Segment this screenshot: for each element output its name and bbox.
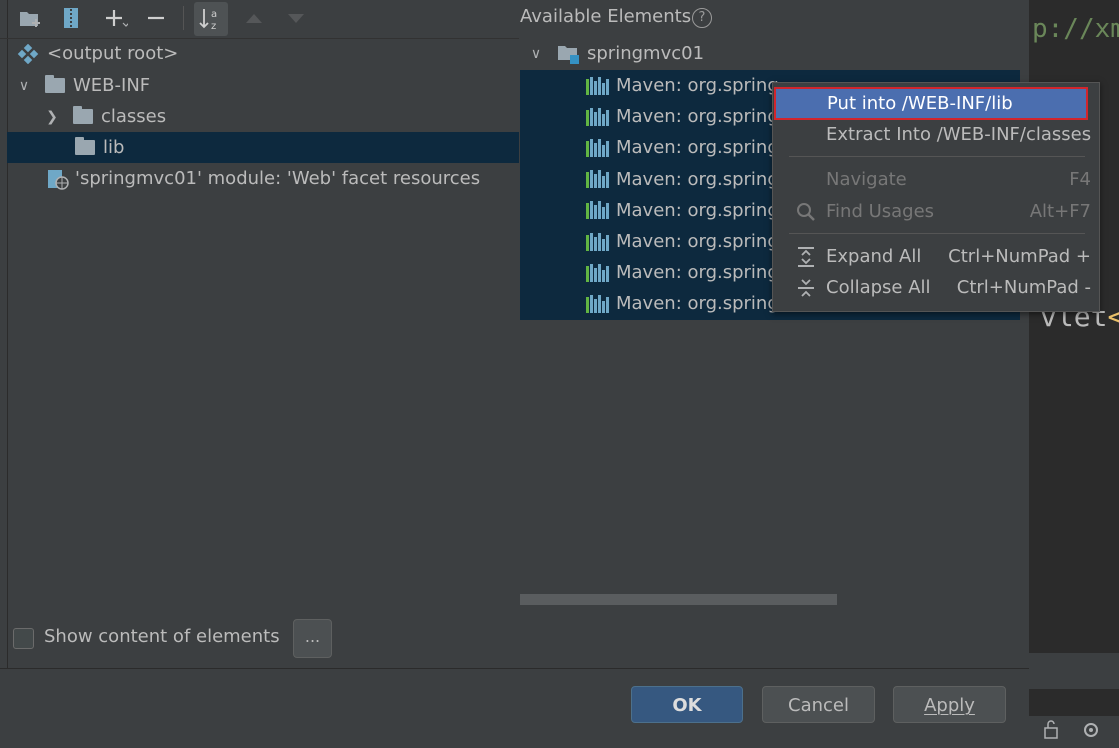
tree-item-label: 'springmvc01' module: 'Web' facet resour…: [75, 168, 481, 189]
menu-item-label: Expand All: [826, 246, 922, 267]
editor-code-tag: <: [1107, 300, 1119, 333]
menu-separator: [789, 233, 1085, 234]
menu-item-label: Extract Into /WEB-INF/classes: [826, 124, 1092, 145]
help-icon[interactable]: ?: [692, 8, 712, 28]
collapse-all-icon: [795, 277, 817, 299]
library-item[interactable]: Maven: org.spring: [586, 101, 779, 132]
tree-item-web-facet-resources[interactable]: 'springmvc01' module: 'Web' facet resour…: [47, 163, 480, 194]
editor-code-line: p://xm: [1032, 14, 1119, 44]
archive-icon[interactable]: [57, 4, 85, 32]
svg-text:z: z: [211, 21, 216, 32]
move-up-icon[interactable]: [240, 4, 268, 32]
module-label: springmvc01: [587, 43, 705, 64]
editor-bottom-bar: [1029, 716, 1119, 743]
chevron-down-icon[interactable]: ∨: [529, 46, 543, 62]
folder-icon: [73, 106, 93, 124]
library-item[interactable]: Maven: org.spring: [586, 164, 779, 195]
new-folder-icon[interactable]: [16, 4, 44, 32]
toolbar-separator: [183, 6, 184, 30]
add-icon[interactable]: [102, 4, 130, 32]
library-label: Maven: org.spring: [616, 75, 779, 96]
library-icon: [586, 138, 609, 157]
folder-icon: [45, 75, 65, 93]
folder-icon: [75, 137, 95, 155]
cancel-button[interactable]: Cancel: [762, 686, 875, 723]
menu-item-collapse-all[interactable]: Collapse All Ctrl+NumPad -: [773, 272, 1099, 303]
chevron-down-icon[interactable]: ∨: [17, 78, 31, 94]
lock-icon: [1044, 720, 1098, 739]
tree-item-label: classes: [101, 106, 167, 127]
available-elements-title: Available Elements: [520, 6, 692, 27]
show-content-checkbox[interactable]: [13, 628, 34, 649]
module-icon: [558, 45, 579, 64]
editor-status-bar: [1029, 652, 1119, 689]
menu-item-put-into-lib[interactable]: Put into /WEB-INF/lib: [774, 87, 1088, 120]
tree-item-label: WEB-INF: [73, 75, 151, 96]
tree-item-classes[interactable]: ❯ classes: [45, 101, 166, 132]
menu-item-expand-all[interactable]: Expand All Ctrl+NumPad +: [773, 241, 1099, 272]
svg-text:a: a: [211, 9, 217, 20]
remove-icon[interactable]: [142, 4, 170, 32]
move-down-icon[interactable]: [282, 4, 310, 32]
horizontal-scrollbar[interactable]: [520, 594, 837, 605]
expand-all-icon: [795, 246, 817, 268]
library-icon: [586, 232, 609, 251]
menu-item-shortcut: F4: [1069, 169, 1091, 190]
context-menu: Put into /WEB-INF/lib Extract Into /WEB-…: [772, 82, 1100, 312]
library-item[interactable]: Maven: org.spring: [586, 195, 779, 226]
ellipsis-button[interactable]: ...: [293, 619, 332, 658]
library-icon: [586, 263, 609, 282]
left-edge: [0, 0, 7, 668]
tree-item-lib[interactable]: lib: [7, 132, 519, 163]
library-label: Maven: org.spring: [616, 293, 779, 315]
tree-item-label: lib: [103, 137, 125, 158]
search-icon: [795, 201, 817, 223]
menu-item-find-usages[interactable]: Find Usages Alt+F7: [773, 196, 1099, 227]
menu-item-shortcut: Ctrl+NumPad -: [956, 277, 1091, 298]
output-root-icon: [17, 43, 39, 64]
show-content-label: Show content of elements: [44, 626, 280, 647]
library-icon: [586, 294, 609, 313]
library-icon: [586, 201, 609, 220]
library-label: Maven: org.spring: [616, 137, 779, 159]
library-item[interactable]: Maven: org.spring: [586, 70, 779, 101]
menu-item-label: Navigate: [826, 169, 907, 190]
tree-item-web-inf[interactable]: ∨ WEB-INF: [17, 70, 150, 101]
library-icon: [586, 76, 609, 95]
library-item[interactable]: Maven: org.spring: [586, 257, 779, 288]
library-label: Maven: org.spring: [616, 262, 779, 284]
menu-item-shortcut: Ctrl+NumPad +: [948, 246, 1091, 267]
library-label: Maven: org.spring: [616, 199, 779, 221]
menu-item-navigate[interactable]: Navigate F4: [773, 164, 1099, 195]
menu-item-label: Find Usages: [826, 201, 935, 222]
bottom-divider: [0, 668, 1029, 669]
library-item[interactable]: Maven: org.spring: [586, 132, 779, 163]
chevron-right-icon[interactable]: ❯: [45, 109, 59, 125]
library-label: Maven: org.spring: [616, 231, 779, 252]
library-label: Maven: org.spring: [616, 106, 779, 128]
library-item[interactable]: Maven: org.spring: [586, 226, 779, 257]
tree-item-label: <output root>: [47, 43, 179, 64]
menu-item-label: Put into /WEB-INF/lib: [827, 93, 1013, 114]
ok-button[interactable]: OK: [631, 686, 743, 723]
menu-separator: [789, 156, 1085, 157]
library-icon: [586, 170, 609, 189]
library-label: Maven: org.spring: [616, 168, 779, 190]
library-icon: [586, 107, 609, 126]
menu-item-shortcut: Alt+F7: [1029, 201, 1091, 222]
sort-alphabetically-icon[interactable]: az: [194, 2, 228, 36]
apply-button[interactable]: Apply: [893, 686, 1006, 723]
web-facet-icon: [48, 169, 69, 190]
tree-item-module[interactable]: ∨ springmvc01: [529, 38, 704, 69]
menu-item-extract-into-classes[interactable]: Extract Into /WEB-INF/classes: [773, 119, 1099, 150]
tree-item-output-root[interactable]: <output root>: [17, 38, 178, 69]
menu-item-label: Collapse All: [826, 277, 931, 298]
apply-label: Apply: [924, 695, 975, 716]
library-item[interactable]: Maven: org.spring: [586, 288, 779, 319]
